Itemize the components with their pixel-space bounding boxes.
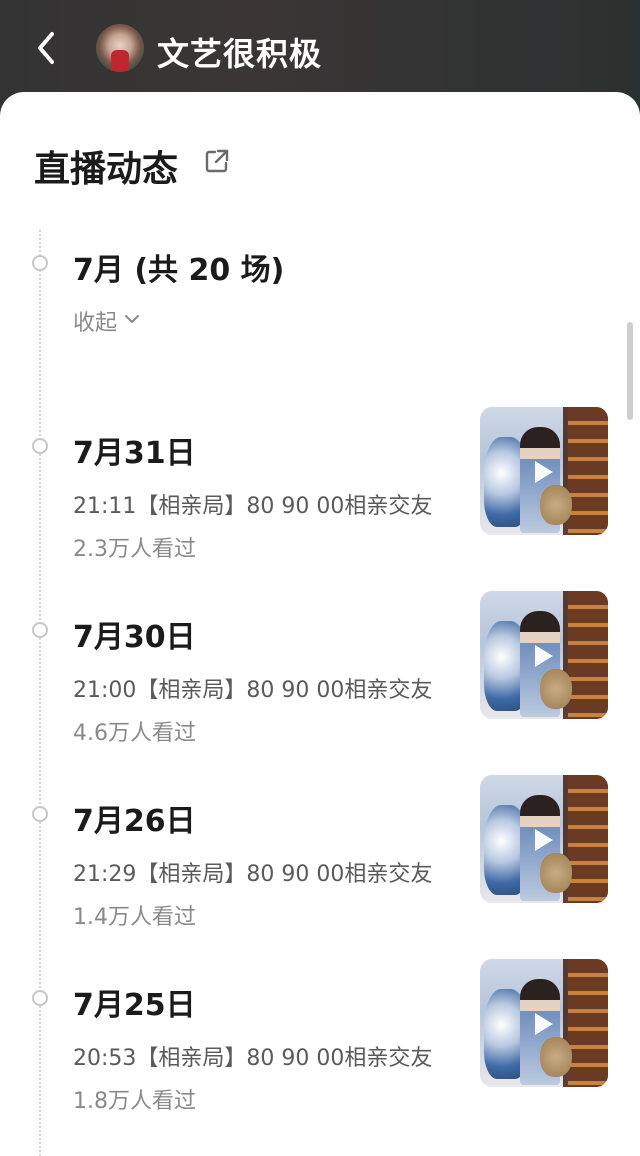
item-title: 20:53【相亲局】80 90 00相亲交友 [73,1046,433,1071]
chevron-down-icon [123,309,141,334]
video-thumbnail[interactable] [480,959,608,1087]
item-views: 1.4万人看过 [73,905,196,930]
play-icon [535,461,553,483]
timeline-dot [32,255,48,271]
month-group-title: 7月 (共 20 场) [73,253,285,288]
list-item[interactable]: 7月26日 21:29【相亲局】80 90 00相亲交友 1.4万人看过 [0,775,640,946]
avatar[interactable] [96,24,144,72]
item-date: 7月25日 [73,988,196,1023]
play-icon [535,829,553,851]
item-title: 21:11【相亲局】80 90 00相亲交友 [73,494,433,519]
item-date: 7月26日 [73,804,196,839]
item-date: 7月31日 [73,436,196,471]
list-item[interactable]: 7月31日 21:11【相亲局】80 90 00相亲交友 2.3万人看过 [0,407,640,578]
section-title: 直播动态 [34,149,179,190]
item-views: 2.3万人看过 [73,537,196,562]
video-thumbnail[interactable] [480,407,608,535]
scrollbar[interactable] [627,322,633,420]
list-item[interactable]: 7月30日 21:00【相亲局】80 90 00相亲交友 4.6万人看过 [0,591,640,762]
item-views: 4.6万人看过 [73,721,196,746]
list-item[interactable]: 7月25日 20:53【相亲局】80 90 00相亲交友 1.8万人看过 [0,959,640,1130]
external-link-icon[interactable] [203,147,231,175]
play-icon [535,645,553,667]
play-icon [535,1013,553,1035]
video-thumbnail[interactable] [480,775,608,903]
item-date: 7月30日 [73,620,196,655]
collapse-button[interactable]: 收起 [73,305,141,337]
collapse-label: 收起 [73,311,118,336]
video-thumbnail[interactable] [480,591,608,719]
item-views: 1.8万人看过 [73,1089,196,1114]
item-title: 21:00【相亲局】80 90 00相亲交友 [73,678,433,703]
back-icon[interactable] [30,28,66,68]
profile-name[interactable]: 文艺很积极 [157,29,322,75]
item-title: 21:29【相亲局】80 90 00相亲交友 [73,862,433,887]
